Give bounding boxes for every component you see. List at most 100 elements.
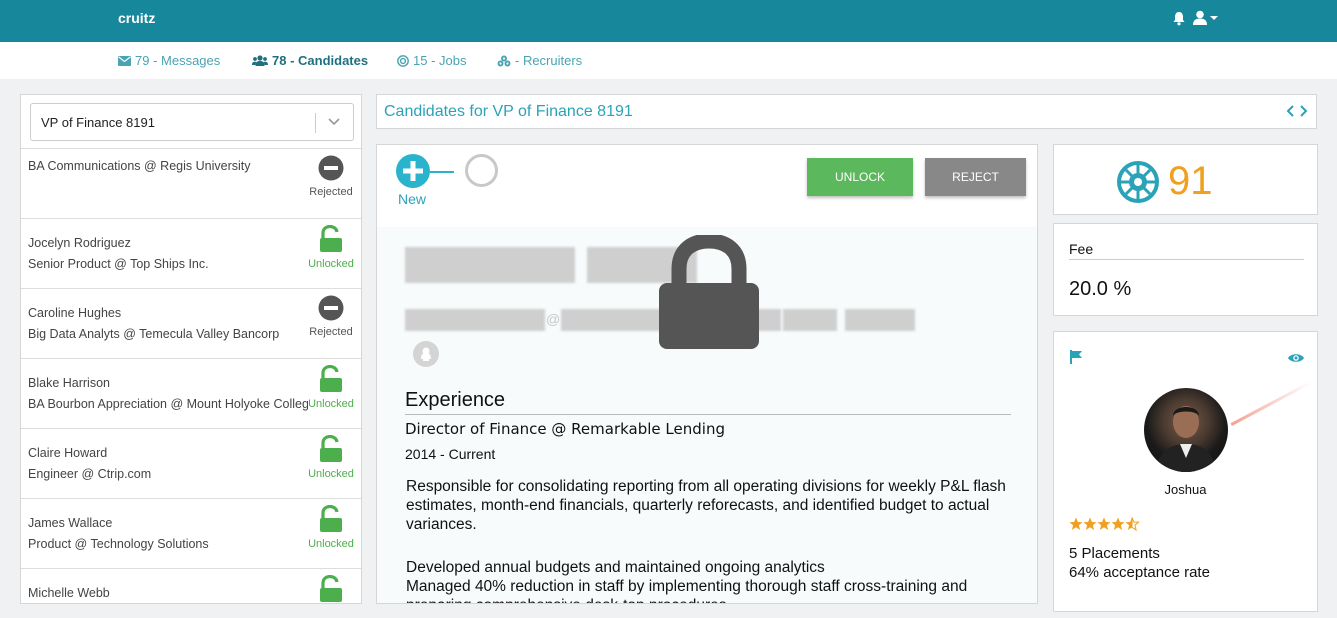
user-menu-icon[interactable] xyxy=(1193,10,1221,31)
plus-circle-icon[interactable] xyxy=(396,154,430,193)
stage-connector xyxy=(430,171,454,173)
description-paragraph: Managed 40% reduction in staff by implem… xyxy=(406,578,968,603)
nav-messages[interactable]: 79 - Messages xyxy=(118,53,220,68)
candidate-row[interactable]: Jocelyn Rodriguez Senior Product @ Top S… xyxy=(21,218,361,288)
candidate-list-panel: VP of Finance 8191 BA Communications @ R… xyxy=(20,94,362,604)
nav-recruiters[interactable]: - Recruiters xyxy=(497,53,582,68)
status-badge: Unlocked xyxy=(306,364,356,410)
candidate-name: Caroline Hughes xyxy=(28,306,122,320)
job-select[interactable]: VP of Finance 8191 xyxy=(30,103,354,141)
sub-nav: 79 - Messages 78 - Candidates 15 - Jobs … xyxy=(0,42,1337,79)
description-paragraph: Responsible for consolidating reporting … xyxy=(406,478,1006,533)
experience-divider xyxy=(405,414,1011,415)
status-label: Unlocked xyxy=(308,538,354,550)
candidate-headline: Engineer @ Ctrip.com xyxy=(28,467,152,481)
chevron-down-icon[interactable] xyxy=(327,114,341,133)
flag-icon[interactable] xyxy=(1069,350,1083,369)
status-badge xyxy=(306,574,356,603)
candidate-row[interactable]: BA Communications @ Regis University Rej… xyxy=(21,148,361,218)
fee-value: 20.0 % xyxy=(1069,278,1132,300)
nav-messages-label: 79 - Messages xyxy=(135,53,221,68)
candidate-headline: Big Data Analyts @ Temecula Valley Banco… xyxy=(28,327,280,341)
redacted-email-user xyxy=(405,309,545,331)
status-badge: Unlocked xyxy=(306,434,356,480)
experience-dates: 2014 - Current xyxy=(405,446,496,462)
redacted-phone-part xyxy=(783,309,837,331)
acceptance-rate: 64% acceptance rate xyxy=(1069,564,1210,581)
rating-stars xyxy=(1069,517,1141,534)
experience-description: Responsible for consolidating reporting … xyxy=(406,477,1006,603)
status-badge: Unlocked xyxy=(306,224,356,270)
status-label: Unlocked xyxy=(308,258,354,270)
bell-icon[interactable] xyxy=(1172,11,1186,31)
stage-label: New xyxy=(398,191,427,207)
status-label: Rejected xyxy=(309,326,353,338)
score-panel: 91 xyxy=(1053,144,1318,215)
nav-jobs[interactable]: 15 - Jobs xyxy=(397,53,466,68)
candidates-header: Candidates for VP of Finance 8191 xyxy=(376,94,1317,129)
job-select-value: VP of Finance 8191 xyxy=(41,115,155,130)
candidate-name: James Wallace xyxy=(28,516,113,530)
unlock-button[interactable]: UNLOCK xyxy=(807,158,913,196)
candidate-row[interactable]: Blake Harrison BA Bourbon Appreciation @… xyxy=(21,358,361,428)
eye-icon[interactable] xyxy=(1287,351,1305,369)
target-icon xyxy=(397,54,409,67)
unlock-icon xyxy=(320,364,342,392)
candidate-name: Claire Howard xyxy=(28,446,108,460)
candidate-row[interactable]: Michelle Webb xyxy=(21,568,361,603)
status-label: Rejected xyxy=(309,186,353,198)
lock-icon xyxy=(657,233,761,356)
candidate-headline: BA Communications @ Regis University xyxy=(28,159,251,173)
github-icon xyxy=(412,340,440,373)
stage-tracker: New UNLOCK REJECT xyxy=(377,145,1037,217)
match-score: 91 xyxy=(1168,159,1213,203)
candidate-row[interactable]: James Wallace Product @ Technology Solut… xyxy=(21,498,361,568)
redacted-phone-part xyxy=(845,309,915,331)
reject-button[interactable]: REJECT xyxy=(925,158,1026,196)
stage-empty-circle[interactable] xyxy=(465,154,498,187)
fee-divider xyxy=(1069,259,1304,260)
brand-logo[interactable]: cruitz xyxy=(118,10,155,26)
candidate-headline: Product @ Technology Solutions xyxy=(28,537,209,551)
candidate-headline: BA Bourbon Appreciation @ Mount Holyoke … xyxy=(28,397,308,411)
nav-recruiters-label: - Recruiters xyxy=(515,53,583,68)
experience-heading: Experience xyxy=(405,389,506,411)
minus-circle-icon xyxy=(318,155,344,181)
status-badge: Rejected xyxy=(306,295,356,338)
candidate-name: Jocelyn Rodriguez xyxy=(28,236,131,250)
description-paragraph: Developed annual budgets and maintained … xyxy=(406,559,825,576)
avatar[interactable] xyxy=(1144,388,1228,472)
recruiter-name: Joshua xyxy=(1164,482,1207,497)
candidate-headline: Senior Product @ Top Ships Inc. xyxy=(28,257,209,271)
users-icon xyxy=(252,55,268,66)
redacted-email-at: @ xyxy=(546,311,561,327)
experience-role: Director of Finance @ Remarkable Lending xyxy=(405,420,725,438)
top-bar: cruitz xyxy=(0,0,1337,42)
placements-count: 5 Placements xyxy=(1069,545,1160,562)
nav-candidates[interactable]: 78 - Candidates xyxy=(252,53,368,68)
select-divider xyxy=(315,113,316,133)
nav-candidates-label: 78 - Candidates xyxy=(272,53,369,68)
recruiter-panel: Joshua 5 Placements 64% acceptance rate xyxy=(1053,331,1318,612)
candidate-name: Blake Harrison xyxy=(28,376,110,390)
code-arrows-icon[interactable] xyxy=(1286,104,1308,123)
minus-circle-icon xyxy=(318,295,344,321)
unlock-icon xyxy=(320,574,342,602)
redacted-first-name xyxy=(405,247,575,283)
status-badge: Unlocked xyxy=(306,504,356,550)
status-badge: Rejected xyxy=(306,155,356,198)
resume-preview: @ Experience Director of Finance @ Remar… xyxy=(377,227,1037,603)
unlock-icon xyxy=(320,224,342,252)
decorative-streak xyxy=(1230,381,1312,426)
fee-label: Fee xyxy=(1069,241,1094,257)
envelope-icon xyxy=(118,55,131,66)
recruiters-icon xyxy=(497,55,511,66)
nav-jobs-label: 15 - Jobs xyxy=(413,53,467,68)
candidate-name: Michelle Webb xyxy=(28,586,110,600)
unlock-icon xyxy=(320,434,342,462)
unlock-icon xyxy=(320,504,342,532)
candidate-detail-panel: New UNLOCK REJECT @ Experience Director … xyxy=(376,144,1038,604)
status-label: Unlocked xyxy=(308,398,354,410)
candidate-row[interactable]: Caroline Hughes Big Data Analyts @ Temec… xyxy=(21,288,361,358)
candidate-row[interactable]: Claire Howard Engineer @ Ctrip.com Unloc… xyxy=(21,428,361,498)
